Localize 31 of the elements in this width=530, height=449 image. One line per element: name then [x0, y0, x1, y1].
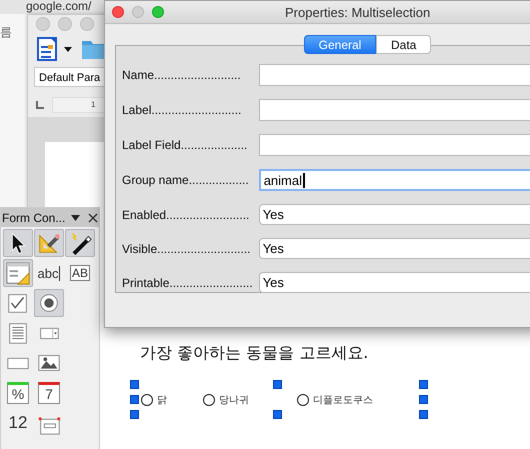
field-label: Group name..................: [122, 173, 250, 187]
toolbar-button[interactable]: AB: [65, 259, 95, 287]
tab[interactable]: Data: [376, 35, 432, 54]
radio-label: 닭: [157, 394, 167, 407]
input-field[interactable]: animal: [258, 169, 530, 191]
field-label: Label...........................: [122, 103, 242, 117]
field-label: Printable.........................: [122, 276, 254, 290]
field-label: Visible............................: [122, 242, 252, 256]
address-text: google.com/: [26, 0, 92, 13]
date-field-glyph: 7: [38, 382, 60, 404]
text-box-glyph: AB: [70, 265, 90, 281]
question-text: 가장 좋아하는 동물을 고르세요.: [140, 343, 368, 364]
list-box[interactable]: Yes: [258, 272, 530, 293]
toolbar-button[interactable]: 12: [3, 409, 33, 437]
list-box[interactable]: Yes: [258, 238, 530, 259]
toolbar-button[interactable]: %: [3, 379, 33, 407]
sidebar-text: 름: [0, 24, 12, 41]
window-title: Properties: Multiselection: [285, 5, 430, 20]
field-label: Name..........................: [122, 68, 242, 82]
field-label: Enabled.........................: [122, 208, 250, 222]
radio-label: 디플로도쿠스: [313, 394, 373, 407]
list-box[interactable]: Yes: [258, 204, 530, 225]
formatted-field-glyph: %: [7, 382, 29, 404]
field-label: Label Field....................: [122, 138, 248, 152]
toolbar-title: Form Con...: [2, 210, 66, 224]
numeric-field-glyph: 12: [8, 413, 28, 433]
toolbar-button[interactable]: abc: [34, 259, 64, 287]
label-glyph: abc: [38, 266, 60, 280]
toolbar-button[interactable]: 7: [34, 379, 64, 407]
radio-label: 당나귀: [219, 394, 249, 407]
ruler-number: 1: [91, 100, 96, 109]
